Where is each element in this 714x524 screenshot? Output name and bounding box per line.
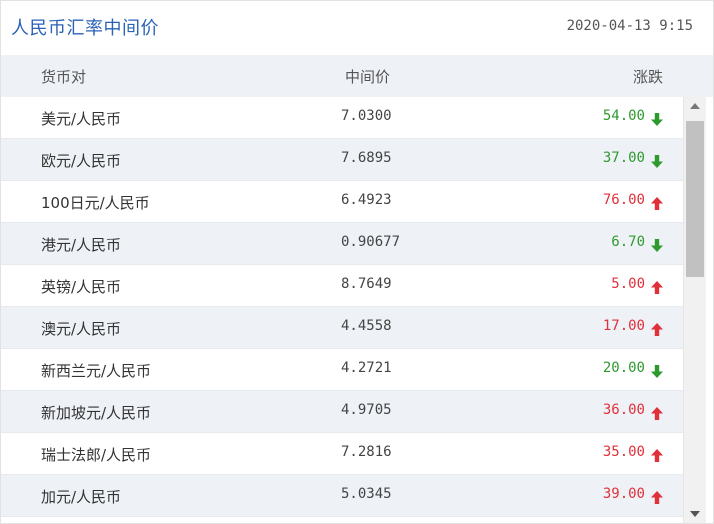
table-row[interactable]: 加元/人民币 5.0345 39.00 bbox=[1, 475, 683, 517]
arrow-down-icon bbox=[651, 111, 663, 126]
arrow-down-icon bbox=[651, 237, 663, 252]
table-row[interactable]: 新西兰元/人民币 4.2721 20.00 bbox=[1, 349, 683, 391]
table-row[interactable]: 新加坡元/人民币 4.9705 36.00 bbox=[1, 391, 683, 433]
table-row[interactable]: 欧元/人民币 7.6895 37.00 bbox=[1, 139, 683, 181]
currency-pair: 新西兰元/人民币 bbox=[41, 362, 152, 380]
arrow-down-icon bbox=[651, 363, 663, 378]
mid-rate: 4.9705 bbox=[341, 402, 392, 418]
arrow-up-icon bbox=[651, 447, 663, 462]
rate-change: 39.00 bbox=[602, 486, 645, 502]
table-row[interactable]: 澳元/人民币 4.4558 17.00 bbox=[1, 307, 683, 349]
scroll-thumb[interactable] bbox=[686, 121, 704, 277]
currency-pair: 美元/人民币 bbox=[41, 110, 122, 128]
mid-rate: 7.2816 bbox=[341, 444, 392, 460]
rate-list[interactable]: 美元/人民币 7.0300 54.00 欧元/人民币 7.6895 37.00 100日元/… bbox=[1, 97, 683, 523]
rate-change: 35.00 bbox=[602, 444, 645, 460]
mid-rate: 6.4923 bbox=[341, 192, 392, 208]
table-row[interactable]: 100日元/人民币 6.4923 76.00 bbox=[1, 181, 683, 223]
arrow-up-icon bbox=[651, 489, 663, 504]
rate-change: 20.00 bbox=[602, 360, 645, 376]
arrow-up-icon bbox=[651, 321, 663, 336]
update-timestamp: 2020-04-13 9:15 bbox=[566, 18, 693, 34]
column-header-change: 涨跌 bbox=[632, 68, 663, 86]
currency-pair: 欧元/人民币 bbox=[41, 152, 122, 170]
scrollbar[interactable] bbox=[683, 97, 706, 523]
table-row[interactable]: 瑞士法郎/人民币 7.2816 35.00 bbox=[1, 433, 683, 475]
currency-pair: 100日元/人民币 bbox=[41, 194, 150, 212]
arrow-down-icon bbox=[651, 153, 663, 168]
currency-pair: 瑞士法郎/人民币 bbox=[41, 446, 152, 464]
currency-pair: 澳元/人民币 bbox=[41, 320, 122, 338]
rate-change: 37.00 bbox=[602, 150, 645, 166]
mid-rate: 7.6895 bbox=[341, 150, 392, 166]
currency-pair: 英镑/人民币 bbox=[41, 278, 122, 296]
rate-change: 17.00 bbox=[602, 318, 645, 334]
currency-pair: 加元/人民币 bbox=[41, 488, 122, 506]
mid-rate: 8.7649 bbox=[341, 276, 392, 292]
mid-rate: 5.0345 bbox=[341, 486, 392, 502]
currency-pair: 港元/人民币 bbox=[41, 236, 122, 254]
mid-rate: 4.4558 bbox=[341, 318, 392, 334]
table-row[interactable]: 港元/人民币 0.90677 6.70 bbox=[1, 223, 683, 265]
table-header: 货币对 中间价 涨跌 bbox=[1, 55, 713, 97]
rate-change: 76.00 bbox=[602, 192, 645, 208]
rate-change: 36.00 bbox=[602, 402, 645, 418]
scroll-down-icon[interactable] bbox=[684, 505, 706, 523]
exchange-rate-panel: 人民币汇率中间价 2020-04-13 9:15 货币对 中间价 涨跌 美元/人… bbox=[0, 0, 714, 524]
mid-rate: 7.0300 bbox=[341, 108, 392, 124]
rate-change: 54.00 bbox=[602, 108, 645, 124]
page-title: 人民币汇率中间价 bbox=[11, 18, 159, 39]
rate-change: 5.00 bbox=[611, 276, 645, 292]
currency-pair: 新加坡元/人民币 bbox=[41, 404, 152, 422]
table-row[interactable]: 美元/人民币 7.0300 54.00 bbox=[1, 97, 683, 139]
mid-rate: 4.2721 bbox=[341, 360, 392, 376]
arrow-up-icon bbox=[651, 405, 663, 420]
rate-change: 6.70 bbox=[611, 234, 645, 250]
scroll-up-icon[interactable] bbox=[684, 97, 706, 115]
panel-header: 人民币汇率中间价 2020-04-13 9:15 bbox=[1, 1, 713, 55]
mid-rate: 0.90677 bbox=[341, 234, 401, 250]
column-header-pair: 货币对 bbox=[41, 68, 87, 86]
arrow-up-icon bbox=[651, 279, 663, 294]
arrow-up-icon bbox=[651, 195, 663, 210]
table-row[interactable]: 英镑/人民币 8.7649 5.00 bbox=[1, 265, 683, 307]
column-header-mid: 中间价 bbox=[345, 68, 391, 86]
